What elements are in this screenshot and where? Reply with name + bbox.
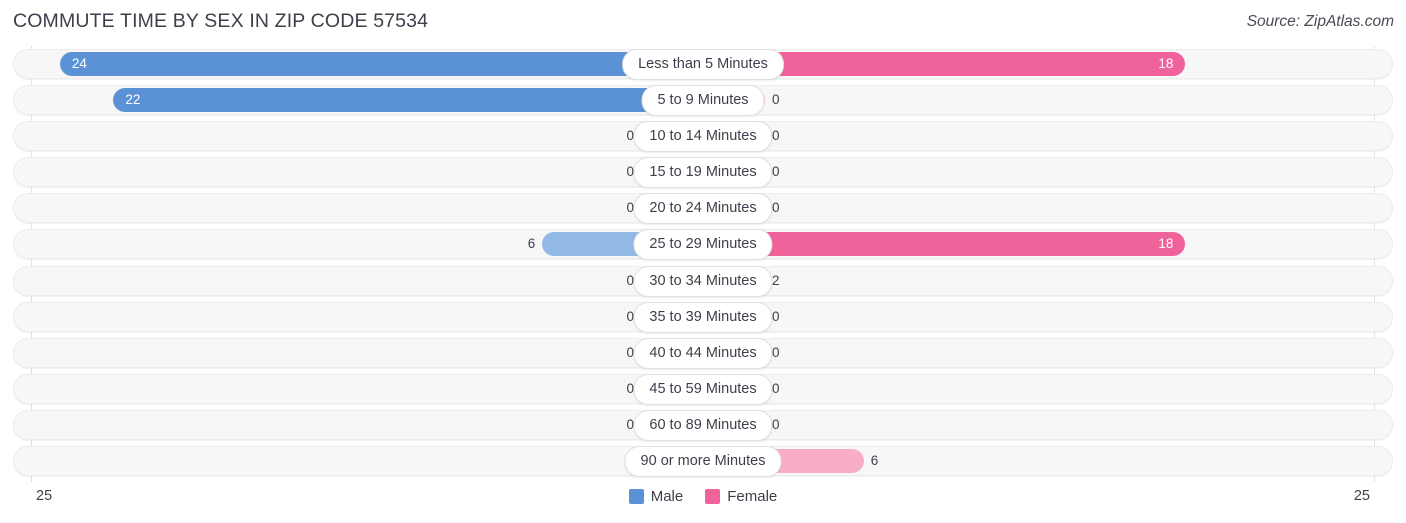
female-bar-wrap: 0 [703,196,1373,221]
bar-row: 0 0 15 to 19 Minutes [0,154,1406,190]
male-value-label: 24 [71,56,87,71]
male-bar-wrap: 0 [33,340,703,365]
bar-row: 6 18 25 to 29 Minutes [0,226,1406,262]
female-value-label: 0 [772,92,780,108]
bar-rows: 24 18 Less than 5 Minutes 22 0 5 to 9 Minutes… [0,46,1406,479]
category-label: Less than 5 Minutes [622,49,784,80]
male-bar[interactable]: 24 [59,52,703,76]
chart-footer: 25 Male Female 25 [0,482,1406,523]
male-bar-wrap: 24 [33,52,703,76]
bar-row: 0 0 40 to 44 Minutes [0,335,1406,371]
female-value-label: 0 [772,128,780,144]
male-bar-wrap: 0 [33,304,703,329]
male-bar[interactable]: 22 [113,88,703,113]
chart-legend: Male Female [0,488,1406,505]
female-value-label: 0 [772,380,780,396]
male-bar-wrap: 0 [33,268,703,293]
female-bar-wrap: 6 [703,449,1373,474]
category-label: 5 to 9 Minutes [641,85,765,117]
axis-tick-right: 25 [1353,488,1370,504]
chart-page: COMMUTE TIME BY SEX IN ZIP CODE 57534 So… [0,0,1406,523]
male-bar-wrap: 0 [33,376,703,401]
female-bar-wrap: 0 [703,412,1373,437]
male-bar-wrap: 0 [33,124,703,149]
category-label: 10 to 14 Minutes [633,121,773,153]
female-value-label: 0 [772,200,780,216]
male-bar-wrap: 22 [33,88,703,113]
female-value-label: 0 [772,164,780,180]
legend-swatch-female-icon [705,489,721,504]
male-value-label: 22 [125,92,141,108]
bar-row: 0 0 35 to 39 Minutes [0,299,1406,335]
category-label: 35 to 39 Minutes [633,301,773,333]
legend-item-male[interactable]: Male [628,488,684,505]
female-value-label: 0 [772,416,780,432]
category-label: 20 to 24 Minutes [633,193,773,225]
bar-row: 0 0 10 to 14 Minutes [0,118,1406,154]
female-value-label: 18 [1158,56,1174,71]
female-bar-wrap: 0 [703,376,1373,401]
female-bar-wrap: 0 [703,88,1373,113]
legend-label-female: Female [727,488,778,505]
legend-item-female[interactable]: Female [705,488,777,505]
female-value-label: 6 [870,453,879,469]
female-value-label: 0 [772,344,780,360]
female-bar[interactable]: 18 [703,232,1186,257]
male-bar-wrap: 6 [33,232,703,257]
category-label: 40 to 44 Minutes [633,337,773,369]
page-title: COMMUTE TIME BY SEX IN ZIP CODE 57534 [13,10,429,32]
legend-swatch-male-icon [628,489,644,504]
female-value-label: 2 [772,272,780,288]
source-attribution: Source: ZipAtlas.com [1246,13,1394,30]
category-label: 45 to 59 Minutes [633,373,773,405]
category-label: 15 to 19 Minutes [633,157,773,189]
female-bar-wrap: 18 [703,52,1373,76]
legend-label-male: Male [650,488,684,505]
category-label: 90 or more Minutes [624,446,782,478]
category-label: 30 to 34 Minutes [633,265,773,297]
bar-row: 0 0 60 to 89 Minutes [0,407,1406,443]
female-bar-wrap: 2 [703,268,1373,293]
category-label: 25 to 29 Minutes [633,229,773,261]
female-bar-wrap: 0 [703,124,1373,149]
bar-row: 24 18 Less than 5 Minutes [0,46,1406,82]
male-bar-wrap: 0 [33,449,703,474]
female-bar-wrap: 0 [703,340,1373,365]
bar-row: 0 0 45 to 59 Minutes [0,371,1406,407]
male-bar-wrap: 0 [33,196,703,221]
chart-plot-area: 24 18 Less than 5 Minutes 22 0 5 to 9 Minutes… [0,46,1406,482]
chart-header: COMMUTE TIME BY SEX IN ZIP CODE 57534 So… [0,0,1406,45]
male-value-label: 6 [527,236,536,252]
female-bar-wrap: 0 [703,304,1373,329]
bar-row: 0 6 90 or more Minutes [0,443,1406,479]
bar-row: 0 2 30 to 34 Minutes [0,263,1406,299]
female-bar-wrap: 18 [703,232,1373,257]
male-bar-wrap: 0 [33,160,703,185]
bar-row: 22 0 5 to 9 Minutes [0,82,1406,118]
category-label: 60 to 89 Minutes [633,409,773,441]
female-value-label: 18 [1158,236,1174,252]
female-value-label: 0 [772,308,780,324]
male-bar-wrap: 0 [33,412,703,437]
female-bar-wrap: 0 [703,160,1373,185]
bar-row: 0 0 20 to 24 Minutes [0,190,1406,226]
